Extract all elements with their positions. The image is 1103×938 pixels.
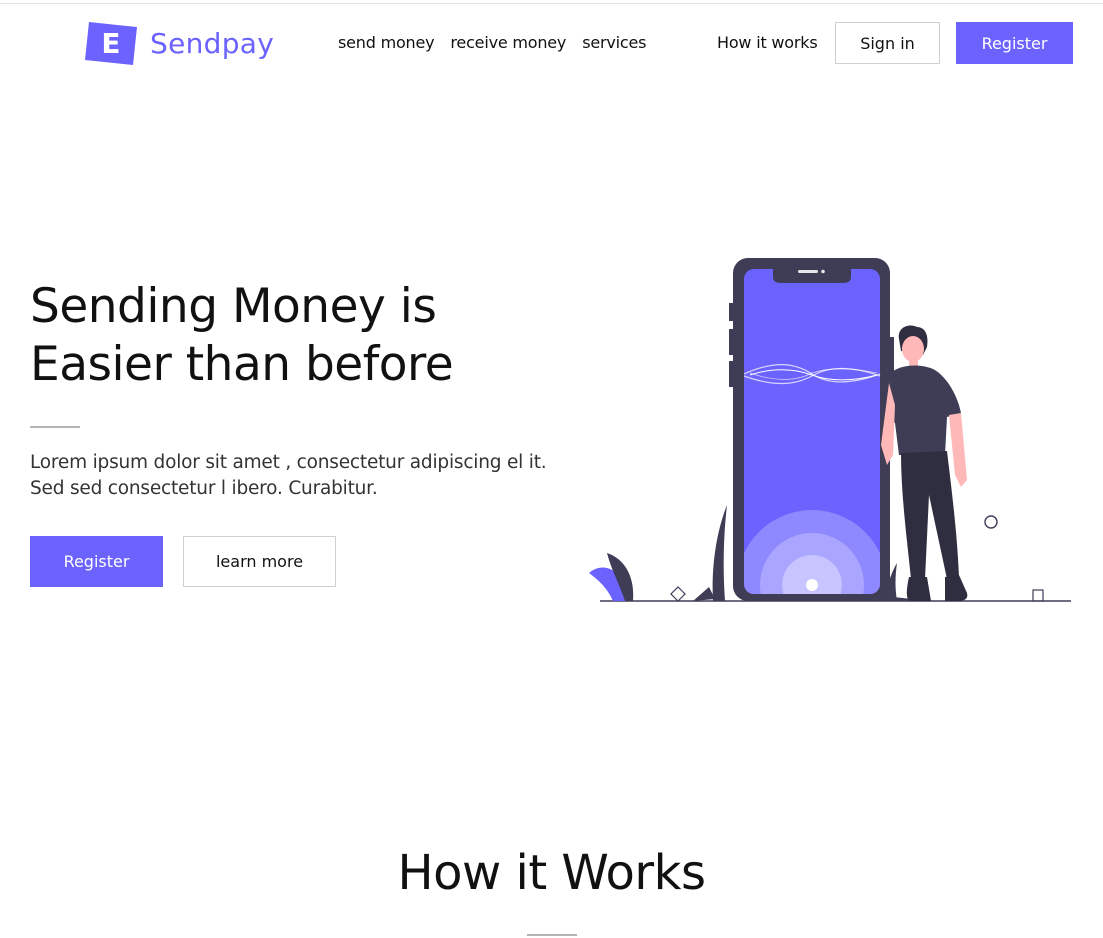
nav-services[interactable]: services xyxy=(582,33,646,52)
record-dot xyxy=(806,579,818,591)
hero-description: Lorem ipsum dolor sit amet , consectetur… xyxy=(30,452,547,499)
hero-title-line1: Sending Money is xyxy=(30,279,437,334)
square-outline-icon xyxy=(1032,589,1044,602)
section-divider xyxy=(527,934,577,936)
nav-how-it-works[interactable]: How it works xyxy=(717,33,818,52)
phone-person-illustration xyxy=(589,258,1071,602)
landing-page: E Sendpay send money receive money servi… xyxy=(0,0,1103,938)
brand-name: Sendpay xyxy=(150,26,275,60)
header-register-button[interactable]: Register xyxy=(956,22,1073,64)
nav-receive-money[interactable]: receive money xyxy=(450,33,566,52)
hero-register-button[interactable]: Register xyxy=(30,536,163,587)
brand-logo[interactable]: E Sendpay xyxy=(85,20,274,66)
sign-in-button[interactable]: Sign in xyxy=(835,22,940,64)
section-title: How it Works xyxy=(397,845,706,901)
diamond-outline-icon xyxy=(670,586,686,602)
learn-more-button[interactable]: learn more xyxy=(183,536,336,587)
grass-blade-left xyxy=(712,505,727,601)
logo-letter: E xyxy=(101,27,120,60)
hero-title-line2: Easier than before xyxy=(30,337,454,392)
circle-outline-icon xyxy=(984,515,998,529)
hero-divider xyxy=(30,426,80,428)
top-border xyxy=(0,3,1103,4)
logo-e-icon: E xyxy=(85,22,137,65)
hero-title: Sending Money is Easier than before xyxy=(30,278,550,394)
main-nav: send money receive money services xyxy=(338,33,646,52)
nav-send-money[interactable]: send money xyxy=(338,33,435,52)
